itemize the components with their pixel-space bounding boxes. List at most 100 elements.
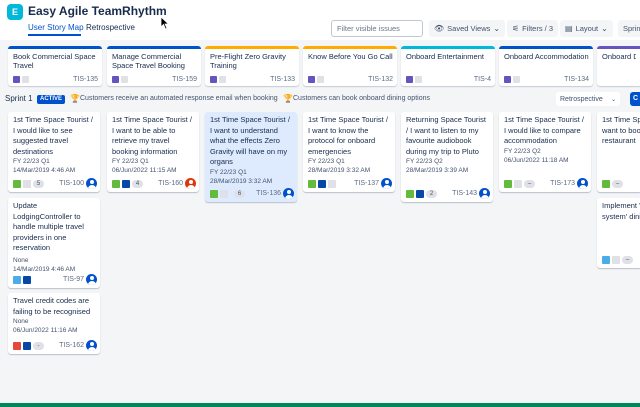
chevron-down-icon: ⌄	[601, 24, 608, 33]
story-card[interactable]: Travel credit codes are failing to be re…	[8, 293, 100, 354]
story-card[interactable]: 1st Time Space Tourist / I would like to…	[499, 112, 591, 192]
story-card[interactable]: 1st Time Space Tourist / I want to book …	[597, 112, 640, 192]
story-type-icon	[210, 189, 218, 198]
sprint-name: Sprint 1	[5, 94, 33, 103]
assignee-avatar-icon[interactable]	[86, 340, 97, 351]
epic-title: Onboard Din	[602, 52, 636, 61]
filters-button[interactable]: ⚟ Filters / 3	[507, 20, 559, 37]
task-type-icon	[602, 255, 610, 264]
epic-card[interactable]: Pre-Flight Zero Gravity Training TIS-133	[205, 46, 299, 86]
story-type-icon	[504, 179, 512, 188]
sprint-status-badge: ACTIVE	[37, 95, 66, 104]
priority-icon	[23, 275, 31, 284]
status-icon	[328, 179, 336, 188]
view-select-value: Retrospective	[560, 95, 603, 103]
filter-visible-issues-input[interactable]	[331, 20, 423, 37]
bug-type-icon	[13, 341, 21, 350]
epic-card[interactable]: Know Before You Go Call TIS-132	[303, 46, 397, 86]
priority-icon	[318, 179, 326, 188]
issue-key: TIS-173	[550, 180, 575, 187]
epic-card[interactable]: Onboard Entertainment TIS-4	[401, 46, 495, 86]
epic-key: TIS-132	[368, 75, 393, 83]
story-title: 1st Time Space Tourist / I want to be ab…	[112, 115, 192, 156]
story-type-icon	[308, 179, 316, 188]
active-tab-indicator	[28, 34, 81, 36]
epic-key: TIS-159	[172, 75, 197, 83]
story-fix-version: FY 22/23 Q2	[406, 158, 443, 165]
sprint-action-button[interactable]: C	[630, 92, 640, 106]
story-created-date: 28/Mar/2019 3:32 AM	[308, 167, 371, 174]
epic-title: Know Before You Go Call	[308, 52, 393, 61]
epic-row: Book Commercial Space Travel TIS-135 Man…	[0, 42, 640, 90]
sprint-goal: Customers receive an automated response …	[80, 95, 278, 102]
assignee-avatar-icon[interactable]	[381, 178, 392, 189]
story-type-icon	[406, 189, 414, 198]
epic-card[interactable]: Manage Commercial Space Travel Booking T…	[107, 46, 201, 86]
layout-label: Layout	[575, 24, 599, 33]
assignee-avatar-icon[interactable]	[86, 274, 97, 285]
epic-title: Pre-Flight Zero Gravity Training	[210, 52, 286, 70]
tab-retrospective[interactable]: Retrospective	[86, 23, 135, 32]
priority-icon	[23, 341, 31, 350]
sprint-button[interactable]: Sprint	[618, 20, 640, 37]
story-card[interactable]: Implement 'booking system' dining option…	[597, 198, 640, 268]
assignee-avatar-icon[interactable]	[479, 188, 490, 199]
story-card[interactable]: 1st Time Space Tourist / I want to be ab…	[107, 112, 199, 192]
story-card-selected[interactable]: 1st Time Space Tourist / I want to under…	[205, 112, 297, 202]
assignee-avatar-icon[interactable]	[283, 188, 294, 199]
epic-card[interactable]: Book Commercial Space Travel TIS-135	[8, 46, 102, 86]
story-title: 1st Time Space Tourist / I want to under…	[210, 115, 290, 166]
story-type-icon	[13, 179, 21, 188]
sprint-goal: Customers can book onboard dining option…	[293, 95, 430, 102]
assignee-avatar-icon[interactable]	[86, 178, 97, 189]
status-icon	[23, 179, 31, 188]
story-fix-version: None	[13, 318, 29, 325]
trophy-icon: 🏆	[70, 94, 80, 103]
story-created-date: 06/Jun/2022 11:16 AM	[13, 327, 78, 334]
story-card[interactable]: Update LodgingController to handle multi…	[8, 198, 100, 288]
story-fix-version: FY 22/23 Q1	[13, 158, 50, 165]
story-type-icon	[602, 179, 610, 188]
story-points-badge: 2	[426, 189, 437, 198]
story-card[interactable]: 1st Time Space Tourist / I want to know …	[303, 112, 395, 192]
assignee-avatar-icon[interactable]	[185, 178, 196, 189]
saved-views-button[interactable]: 👁 Saved Views ⌄	[429, 20, 506, 37]
app-title: Easy Agile TeamRhythm	[28, 4, 167, 18]
story-fix-version: FY 22/23 Q1	[112, 158, 149, 165]
issue-key: TIS-100	[59, 180, 84, 187]
epic-title: Manage Commercial Space Travel Booking	[112, 52, 185, 70]
tab-user-story-map[interactable]: User Story Map	[28, 23, 84, 32]
trophy-icon: 🏆	[283, 94, 293, 103]
filter-icon: ⚟	[512, 24, 520, 33]
epic-type-icon	[210, 75, 217, 83]
epic-title: Book Commercial Space Travel	[13, 52, 96, 70]
view-select[interactable]: Retrospective ⌄	[556, 92, 620, 106]
epic-type-icon	[13, 75, 20, 83]
status-icon	[22, 75, 29, 83]
issue-key: TIS-97	[62, 276, 84, 283]
story-card[interactable]: 1st Time Space Tourist / I would like to…	[8, 112, 100, 192]
story-card[interactable]: Returning Space Tourist / I want to list…	[401, 112, 493, 202]
layout-button[interactable]: ▤ Layout ⌄	[560, 20, 613, 37]
epic-title: Onboard Accommodation	[504, 52, 589, 61]
app-header: E Easy Agile TeamRhythm User Story Map R…	[0, 0, 640, 40]
chevron-down-icon: ⌄	[610, 96, 616, 103]
epic-type-icon	[112, 75, 119, 83]
epic-card[interactable]: Onboard Accommodation TIS-134	[499, 46, 593, 86]
chevron-down-icon: ⌄	[493, 24, 501, 33]
task-type-icon	[13, 275, 21, 284]
issue-key: TIS-143	[452, 190, 477, 197]
assignee-avatar-icon[interactable]	[577, 178, 588, 189]
epic-key: TIS-134	[564, 75, 589, 83]
story-created-date: 14/Mar/2019 4:46 AM	[13, 167, 76, 174]
priority-icon	[416, 189, 424, 198]
filters-label: Filters / 3	[522, 24, 554, 33]
status-icon	[220, 189, 228, 198]
epic-card[interactable]: Onboard Din	[597, 46, 640, 86]
story-title: 1st Time Space Tourist / I would like to…	[13, 115, 93, 156]
issue-key: TIS-137	[354, 180, 379, 187]
story-title: Update LodgingController to handle multi…	[13, 201, 84, 252]
priority-icon	[122, 179, 130, 188]
story-points-badge: –	[524, 179, 535, 188]
story-title: 1st Time Space Tourist / I want to know …	[308, 115, 388, 156]
